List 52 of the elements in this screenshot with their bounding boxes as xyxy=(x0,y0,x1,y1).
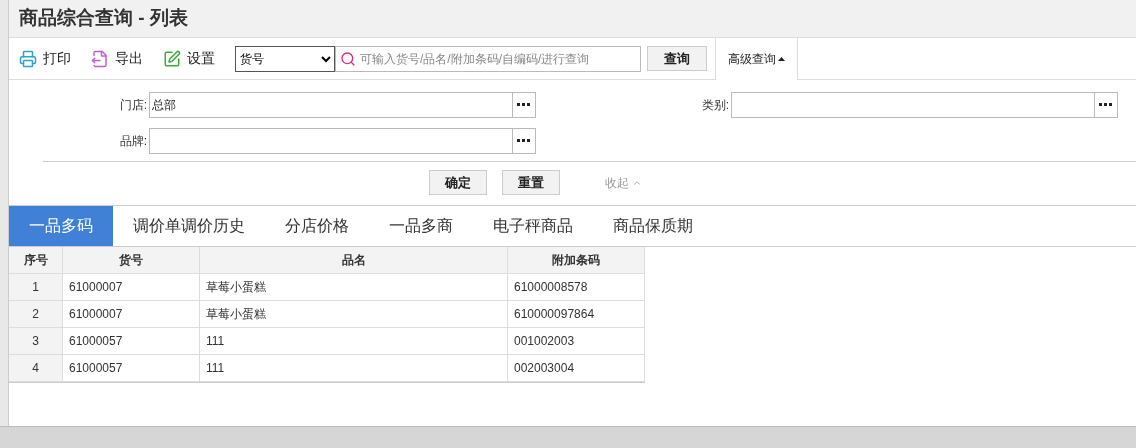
field-label: 类别: xyxy=(700,97,730,114)
form-button[interactable]: 重置 xyxy=(502,170,560,195)
toolbar-button[interactable]: 导出 xyxy=(91,48,143,69)
table-cell: 111 xyxy=(200,328,508,355)
text-field[interactable] xyxy=(731,92,1095,118)
table-cell: 草莓小蛋糕 xyxy=(200,301,508,328)
tab[interactable]: 一品多码 xyxy=(9,206,113,246)
edit-icon xyxy=(163,49,181,68)
column-header: 货号 xyxy=(63,247,200,274)
table-cell: 61000007 xyxy=(63,274,200,301)
tab[interactable]: 调价单调价历史 xyxy=(113,206,265,246)
query-button[interactable]: 查询 xyxy=(647,46,707,71)
more-button[interactable] xyxy=(513,128,536,154)
table-cell: 610000097864 xyxy=(508,301,645,328)
advanced-query-tab[interactable]: 高级查询 xyxy=(715,38,798,80)
ellipsis-icon xyxy=(517,139,531,143)
tab[interactable]: 一品多商 xyxy=(369,206,473,246)
table-cell: 001002003 xyxy=(508,328,645,355)
field-label: 品牌: xyxy=(118,133,148,150)
row-number: 2 xyxy=(9,301,63,328)
column-header: 品名 xyxy=(200,247,508,274)
form-button[interactable]: 确定 xyxy=(429,170,487,195)
printer-icon xyxy=(19,49,37,68)
toolbar-button[interactable]: 打印 xyxy=(19,48,71,69)
export-icon xyxy=(91,49,109,68)
row-number: 4 xyxy=(9,355,63,382)
toolbar-button[interactable]: 设置 xyxy=(163,48,215,69)
row-number: 3 xyxy=(9,328,63,355)
tab[interactable]: 分店价格 xyxy=(265,206,369,246)
more-button[interactable] xyxy=(513,92,536,118)
table-cell: 草莓小蛋糕 xyxy=(200,274,508,301)
table-cell: 61000057 xyxy=(63,328,200,355)
page-title: 商品综合查询 - 列表 xyxy=(19,6,188,31)
field-select[interactable]: 货号 xyxy=(235,45,335,72)
caret-icon xyxy=(778,57,785,61)
text-field[interactable]: 总部 xyxy=(149,92,513,118)
text-field[interactable] xyxy=(149,128,513,154)
field-label: 门店: xyxy=(118,97,148,114)
tab[interactable]: 商品保质期 xyxy=(593,206,713,246)
table-cell: 61000007 xyxy=(63,301,200,328)
column-header: 附加条码 xyxy=(508,247,645,274)
ellipsis-icon xyxy=(517,103,531,107)
table-cell: 61000057 xyxy=(63,355,200,382)
table-cell: 111 xyxy=(200,355,508,382)
search-field[interactable]: 可输入货号/品名/附加条码/自编码/进行查询 xyxy=(335,45,641,72)
row-number: 1 xyxy=(9,274,63,301)
table-cell: 61000008578 xyxy=(508,274,645,301)
table-cell: 002003004 xyxy=(508,355,645,382)
ellipsis-icon xyxy=(1099,103,1113,107)
tab[interactable]: 电子秤商品 xyxy=(473,206,593,246)
more-button[interactable] xyxy=(1095,92,1118,118)
search-icon xyxy=(340,50,356,67)
